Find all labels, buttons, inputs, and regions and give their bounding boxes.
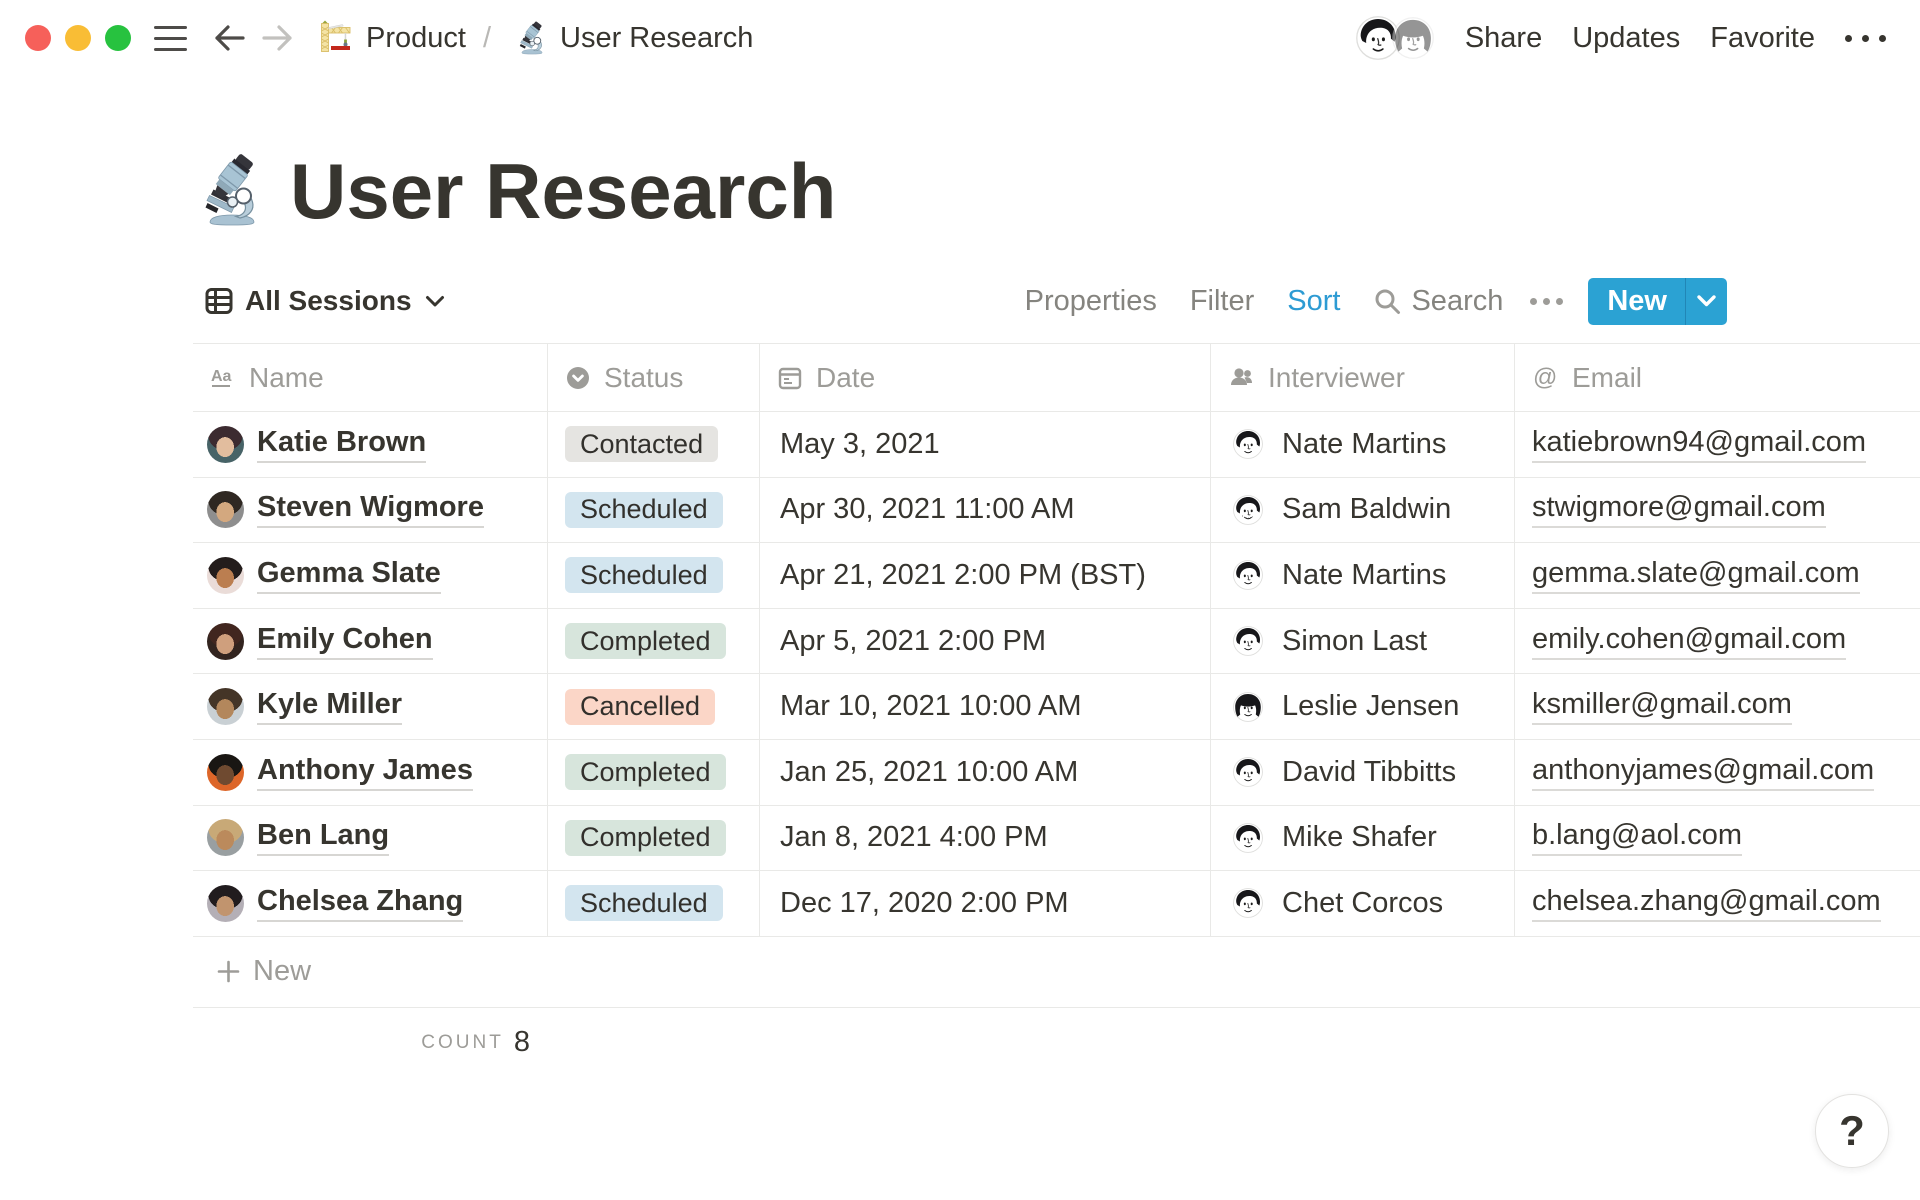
svg-text:Aa: Aa [211,368,232,385]
svg-text:@: @ [1533,364,1557,391]
